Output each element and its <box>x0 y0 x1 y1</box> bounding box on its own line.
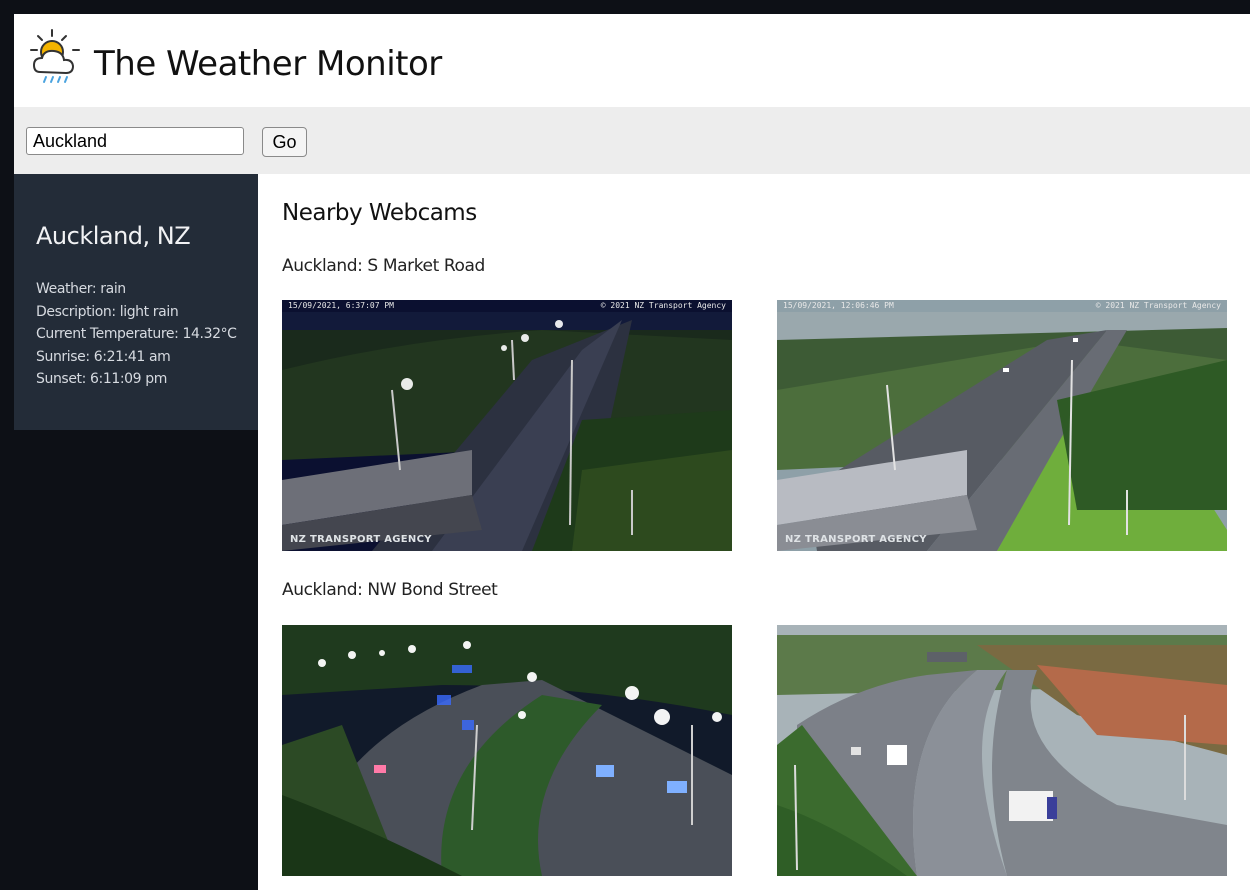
stat-sunrise: Sunrise: 6:21:41 am <box>36 346 237 369</box>
webcam-scene-day <box>777 300 1227 551</box>
stat-label: Current Temperature: <box>36 326 179 342</box>
app-header: The Weather Monitor <box>14 14 1250 107</box>
app-window: The Weather Monitor Go Auckland, NZ Weat… <box>14 14 1250 890</box>
webcam-scene-night <box>282 625 732 876</box>
webcam-scene-day <box>777 625 1227 876</box>
stat-description: Description: light rain <box>36 301 237 324</box>
stat-sunset: Sunset: 6:11:09 pm <box>36 368 237 391</box>
city-search-input[interactable] <box>26 127 244 155</box>
app-title: The Weather Monitor <box>94 44 442 84</box>
webcam-timestamp: 15/09/2021, 6:37:07 PM <box>288 301 394 310</box>
webcam-image[interactable]: 15/09/2021, 12:06:46 PM © 2021 NZ Transp… <box>777 300 1227 551</box>
section-title: Nearby Webcams <box>282 200 477 226</box>
city-name: Auckland, NZ <box>36 222 191 250</box>
main-content: Nearby Webcams Auckland: S Market Road 1… <box>258 174 1250 890</box>
webcam-copyright: © 2021 NZ Transport Agency <box>1095 301 1221 310</box>
go-button[interactable]: Go <box>262 127 307 157</box>
weather-card: Auckland, NZ Weather: rain Description: … <box>14 174 258 430</box>
webcam-image[interactable]: 15/09/2021, 6:37:07 PM © 2021 NZ Transpo… <box>282 300 732 551</box>
agency-watermark: NZ TRANSPORT AGENCY <box>785 534 927 545</box>
sidebar: Auckland, NZ Weather: rain Description: … <box>14 174 258 890</box>
webcam-name: Auckland: NW Bond Street <box>282 580 498 600</box>
stat-temperature: Current Temperature: 14.32°C <box>36 323 237 346</box>
stat-value: 6:11:09 pm <box>90 371 167 387</box>
search-bar: Go <box>14 107 1250 174</box>
webcam-copyright: © 2021 NZ Transport Agency <box>600 301 726 310</box>
stat-value: 14.32°C <box>182 326 237 342</box>
stat-label: Weather: <box>36 281 97 297</box>
webcam-image[interactable] <box>777 625 1227 876</box>
sun-cloud-rain-icon <box>30 29 80 83</box>
stat-label: Sunrise: <box>36 348 90 365</box>
webcam-timestamp: 15/09/2021, 12:06:46 PM <box>783 301 894 310</box>
stat-value: 6:21:41 am <box>93 348 171 365</box>
webcam-name: Auckland: S Market Road <box>282 256 485 276</box>
webcam-scene-night <box>282 300 732 551</box>
stat-label: Description: <box>36 303 116 320</box>
stat-label: Sunset: <box>36 371 86 387</box>
stat-value: light rain <box>119 303 179 320</box>
stat-value: rain <box>100 281 126 297</box>
stat-weather: Weather: rain <box>36 278 237 301</box>
webcam-image[interactable] <box>282 625 732 876</box>
weather-stats: Weather: rain Description: light rain Cu… <box>36 278 237 391</box>
agency-watermark: NZ TRANSPORT AGENCY <box>290 534 432 545</box>
